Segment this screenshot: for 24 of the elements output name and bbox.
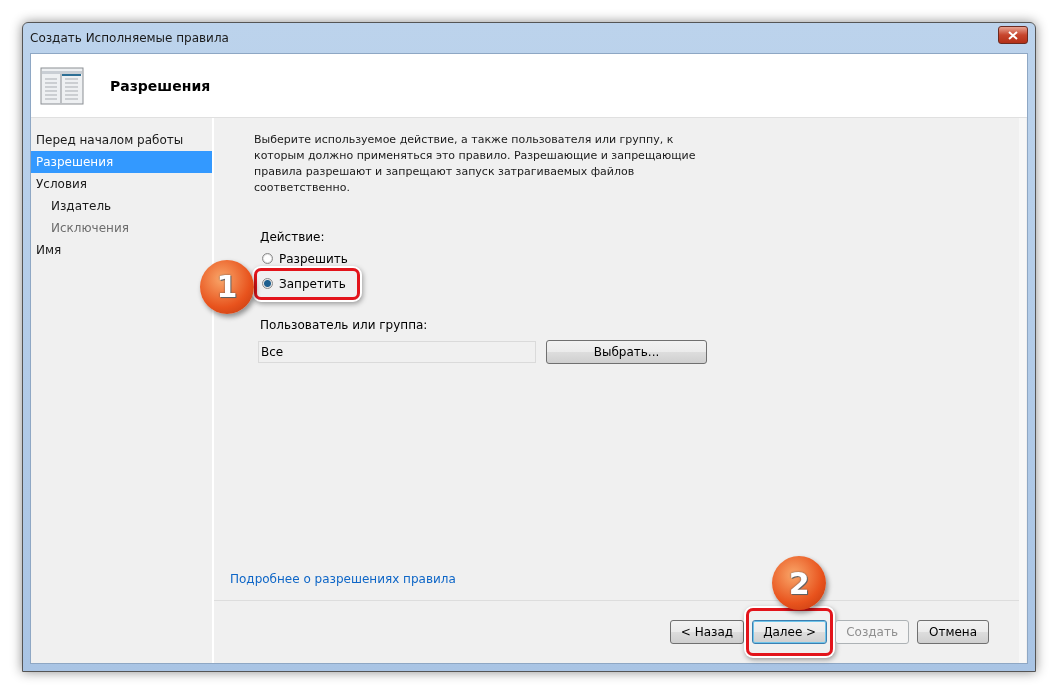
user-group-field[interactable]: Все	[258, 341, 536, 363]
wizard-step[interactable]: Перед началом работы	[31, 129, 212, 151]
wizard-step[interactable]: Издатель	[31, 195, 212, 217]
radio-option[interactable]: Разрешить	[262, 246, 348, 271]
user-group-label: Пользователь или группа:	[260, 318, 429, 332]
wizard-button[interactable]: < Назад	[669, 620, 745, 644]
description-text: Выберите используемое действие, а также пользователя или группу, к которым должно применяться это правило. Разрешающие и запрещающие правила разрешают и запрещают запуск затрагиваемых файлов соответственно.	[254, 132, 697, 196]
step-number-badge: 2	[772, 556, 827, 610]
close-button[interactable]	[998, 26, 1028, 44]
window-title: Создать Исполняемые правила	[30, 31, 229, 45]
step-number-badge: 1	[200, 259, 254, 314]
wizard-step[interactable]: Имя	[31, 239, 212, 261]
radio-button[interactable]	[262, 278, 273, 289]
close-icon	[1008, 30, 1018, 40]
select-button[interactable]: Выбрать...	[546, 340, 707, 364]
wizard-button[interactable]: Отмена	[917, 620, 989, 644]
wizard-step[interactable]: Условия	[31, 173, 212, 195]
window-icon	[40, 66, 84, 105]
radio-button[interactable]	[262, 253, 273, 264]
page-title: Разрешения	[110, 77, 211, 94]
radio-option[interactable]: Запретить	[262, 271, 346, 296]
action-label: Действие:	[260, 230, 326, 244]
help-link[interactable]: Подробнее о разрешениях правила	[230, 572, 456, 586]
wizard-button[interactable]: Далее >	[752, 620, 828, 644]
